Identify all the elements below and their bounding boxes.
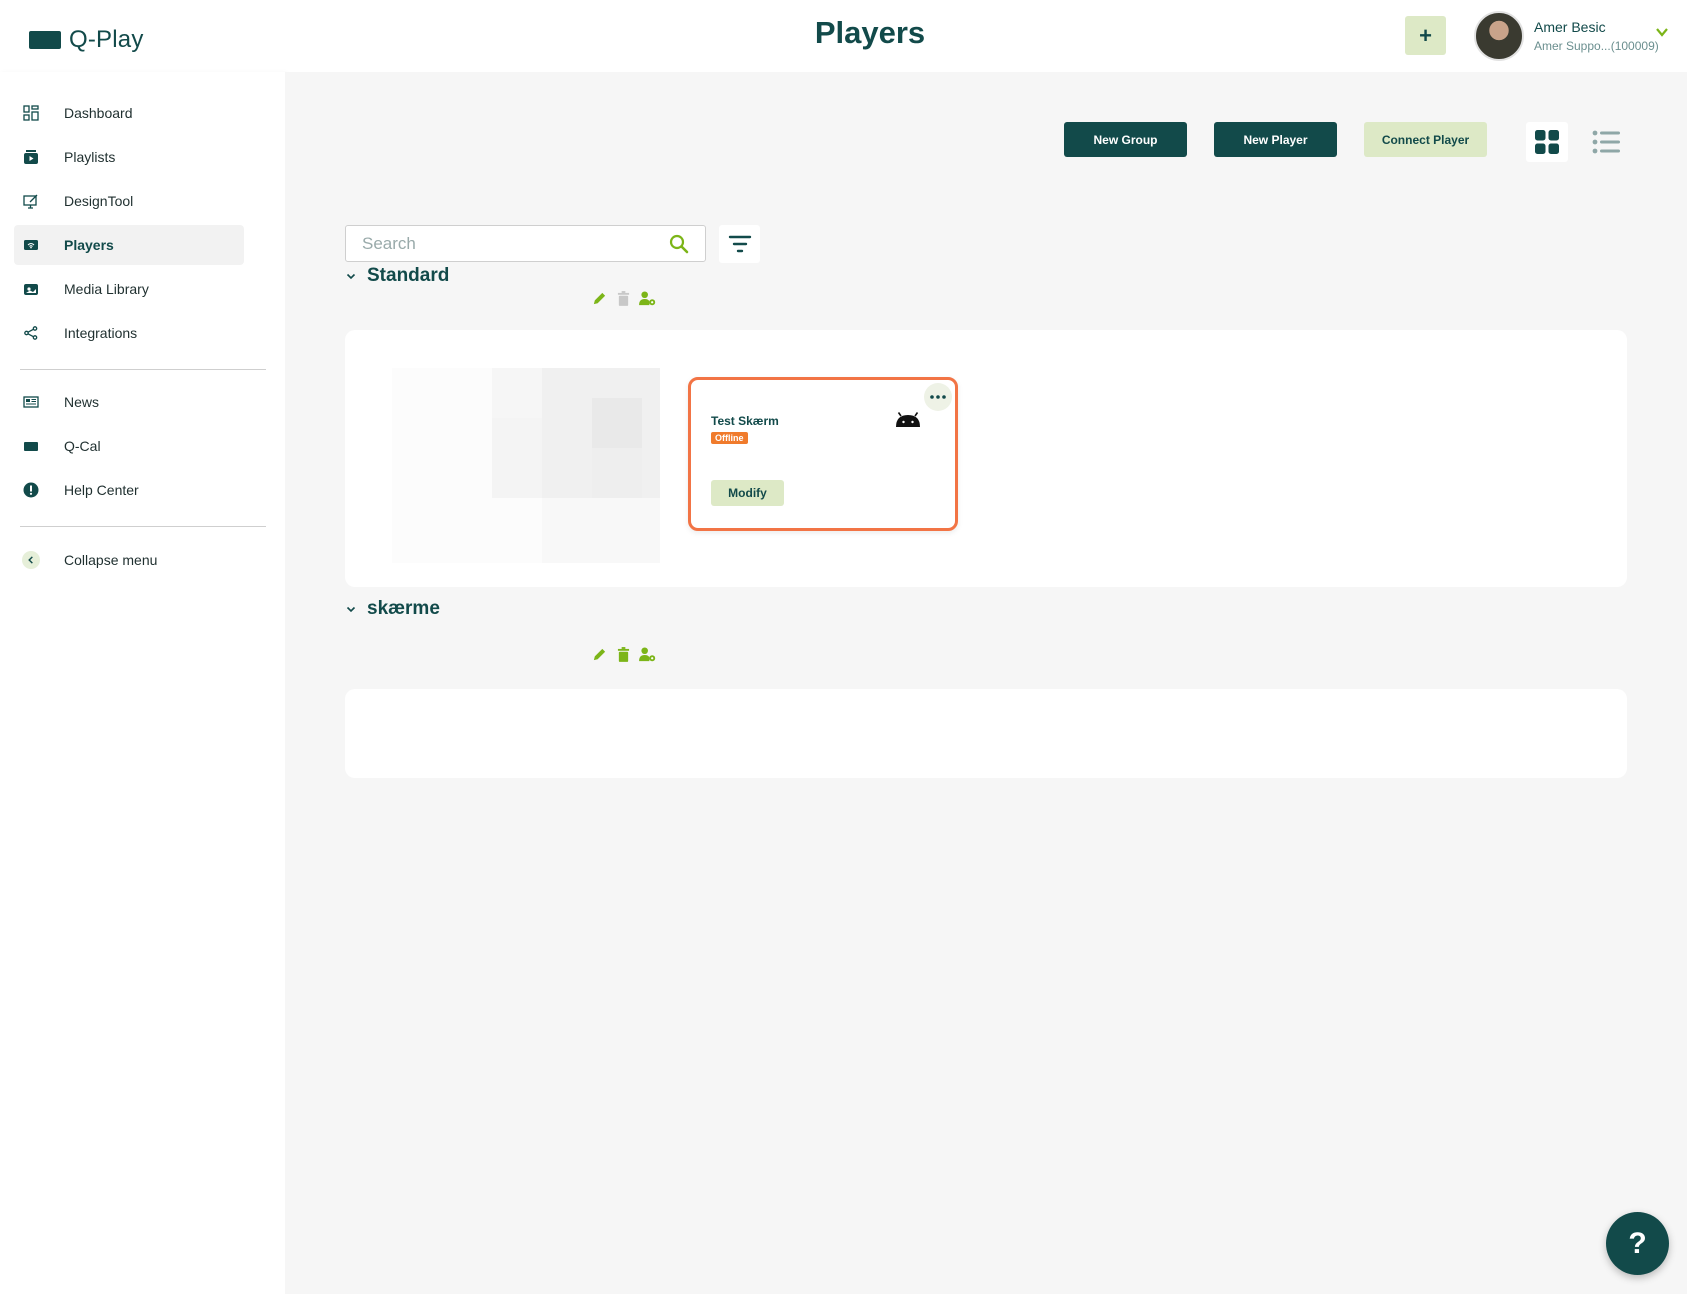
sidebar-item-label: Playlists	[64, 149, 116, 165]
edit-group-button[interactable]	[591, 646, 608, 663]
player-name: Test Skærm	[711, 414, 779, 428]
top-bar: Q-Play Players + Amer Besic Amer Suppo..…	[0, 0, 1687, 72]
sidebar-item-media-library[interactable]: Media Library	[14, 269, 244, 309]
delete-group-button[interactable]	[615, 290, 632, 307]
search-input[interactable]	[346, 226, 646, 261]
user-account: Amer Suppo...(100009)	[1534, 39, 1659, 53]
sidebar-item-label: Media Library	[64, 281, 149, 297]
sidebar-item-label: Players	[64, 237, 114, 253]
group-header-skaerme: skærme	[345, 598, 440, 620]
list-view-button[interactable]	[1585, 122, 1627, 162]
calendar-icon	[22, 437, 40, 455]
status-badge: Offline	[711, 432, 748, 444]
search-icon[interactable]	[669, 234, 689, 254]
group-actions	[591, 646, 656, 663]
sidebar-item-integrations[interactable]: Integrations	[14, 313, 244, 353]
playlist-icon	[22, 148, 40, 166]
pencil-icon	[593, 292, 606, 305]
user-name: Amer Besic	[1534, 19, 1606, 35]
group-header-standard: Standard	[345, 265, 449, 287]
sidebar-item-q-cal[interactable]: Q-Cal	[14, 426, 244, 466]
group-user-settings-button[interactable]	[639, 290, 656, 307]
modify-button[interactable]: Modify	[711, 480, 784, 506]
group-panel-skaerme	[345, 689, 1627, 778]
player-preview-image	[392, 368, 660, 563]
delete-group-button[interactable]	[615, 646, 632, 663]
sidebar-item-players[interactable]: Players	[14, 225, 244, 265]
trash-icon	[617, 291, 630, 306]
chevron-down-icon[interactable]	[1656, 26, 1668, 38]
alert-circle-icon	[22, 481, 40, 499]
sidebar-item-news[interactable]: News	[14, 382, 244, 422]
filter-button[interactable]	[719, 225, 760, 263]
avatar[interactable]	[1474, 11, 1524, 61]
group-panel-standard: Test Skærm Offline Modify	[345, 330, 1627, 587]
sidebar-item-label: Dashboard	[64, 105, 133, 121]
help-button[interactable]: ?	[1606, 1212, 1669, 1275]
grid-view-button[interactable]	[1526, 122, 1568, 162]
edit-group-button[interactable]	[591, 290, 608, 307]
divider	[20, 369, 266, 370]
sidebar-item-help-center[interactable]: Help Center	[14, 470, 244, 510]
sidebar-item-label: Integrations	[64, 325, 138, 341]
sidebar-item-playlists[interactable]: Playlists	[14, 137, 244, 177]
design-tool-icon	[22, 192, 40, 210]
search-box	[345, 225, 706, 262]
collapse-menu-button[interactable]: Collapse menu	[14, 540, 244, 580]
connect-player-button[interactable]: Connect Player	[1364, 122, 1487, 157]
media-library-icon	[22, 280, 40, 298]
dashboard-icon	[22, 104, 40, 122]
filter-icon	[728, 235, 751, 253]
player-icon	[22, 236, 40, 254]
new-group-button[interactable]: New Group	[1064, 122, 1187, 157]
group-name: skærme	[367, 598, 440, 619]
user-settings-icon	[639, 647, 656, 662]
user-menu[interactable]: Amer Besic Amer Suppo...(100009)	[1474, 11, 1659, 61]
divider	[20, 526, 266, 527]
sidebar: Dashboard Playlists DesignTool Players M…	[0, 72, 285, 1294]
more-dots-icon	[930, 395, 946, 399]
add-button[interactable]: +	[1405, 16, 1446, 55]
sidebar-item-label: Q-Cal	[64, 438, 101, 454]
news-icon	[22, 393, 40, 411]
chevron-down-icon[interactable]	[345, 603, 357, 615]
main-content: New Group New Player Connect Player Stan…	[285, 72, 1687, 1294]
sidebar-item-label: Help Center	[64, 482, 139, 498]
chevron-down-icon[interactable]	[345, 270, 357, 282]
group-actions	[591, 290, 656, 307]
group-name: Standard	[367, 265, 450, 286]
user-settings-icon	[639, 291, 656, 306]
sidebar-item-label: Collapse menu	[64, 552, 158, 568]
android-icon	[896, 412, 920, 427]
list-icon	[1592, 130, 1620, 154]
player-card[interactable]: Test Skærm Offline Modify	[688, 377, 958, 531]
sidebar-item-label: DesignTool	[64, 193, 134, 209]
group-user-settings-button[interactable]	[639, 646, 656, 663]
collapse-left-icon	[22, 551, 40, 569]
sidebar-item-designtool[interactable]: DesignTool	[14, 181, 244, 221]
grid-icon	[1535, 130, 1559, 154]
trash-icon	[617, 647, 630, 662]
more-options-button[interactable]	[924, 383, 952, 411]
new-player-button[interactable]: New Player	[1214, 122, 1337, 157]
sidebar-item-dashboard[interactable]: Dashboard	[14, 93, 244, 133]
sidebar-item-label: News	[64, 394, 100, 410]
pencil-icon	[593, 648, 606, 661]
share-icon	[22, 324, 40, 342]
